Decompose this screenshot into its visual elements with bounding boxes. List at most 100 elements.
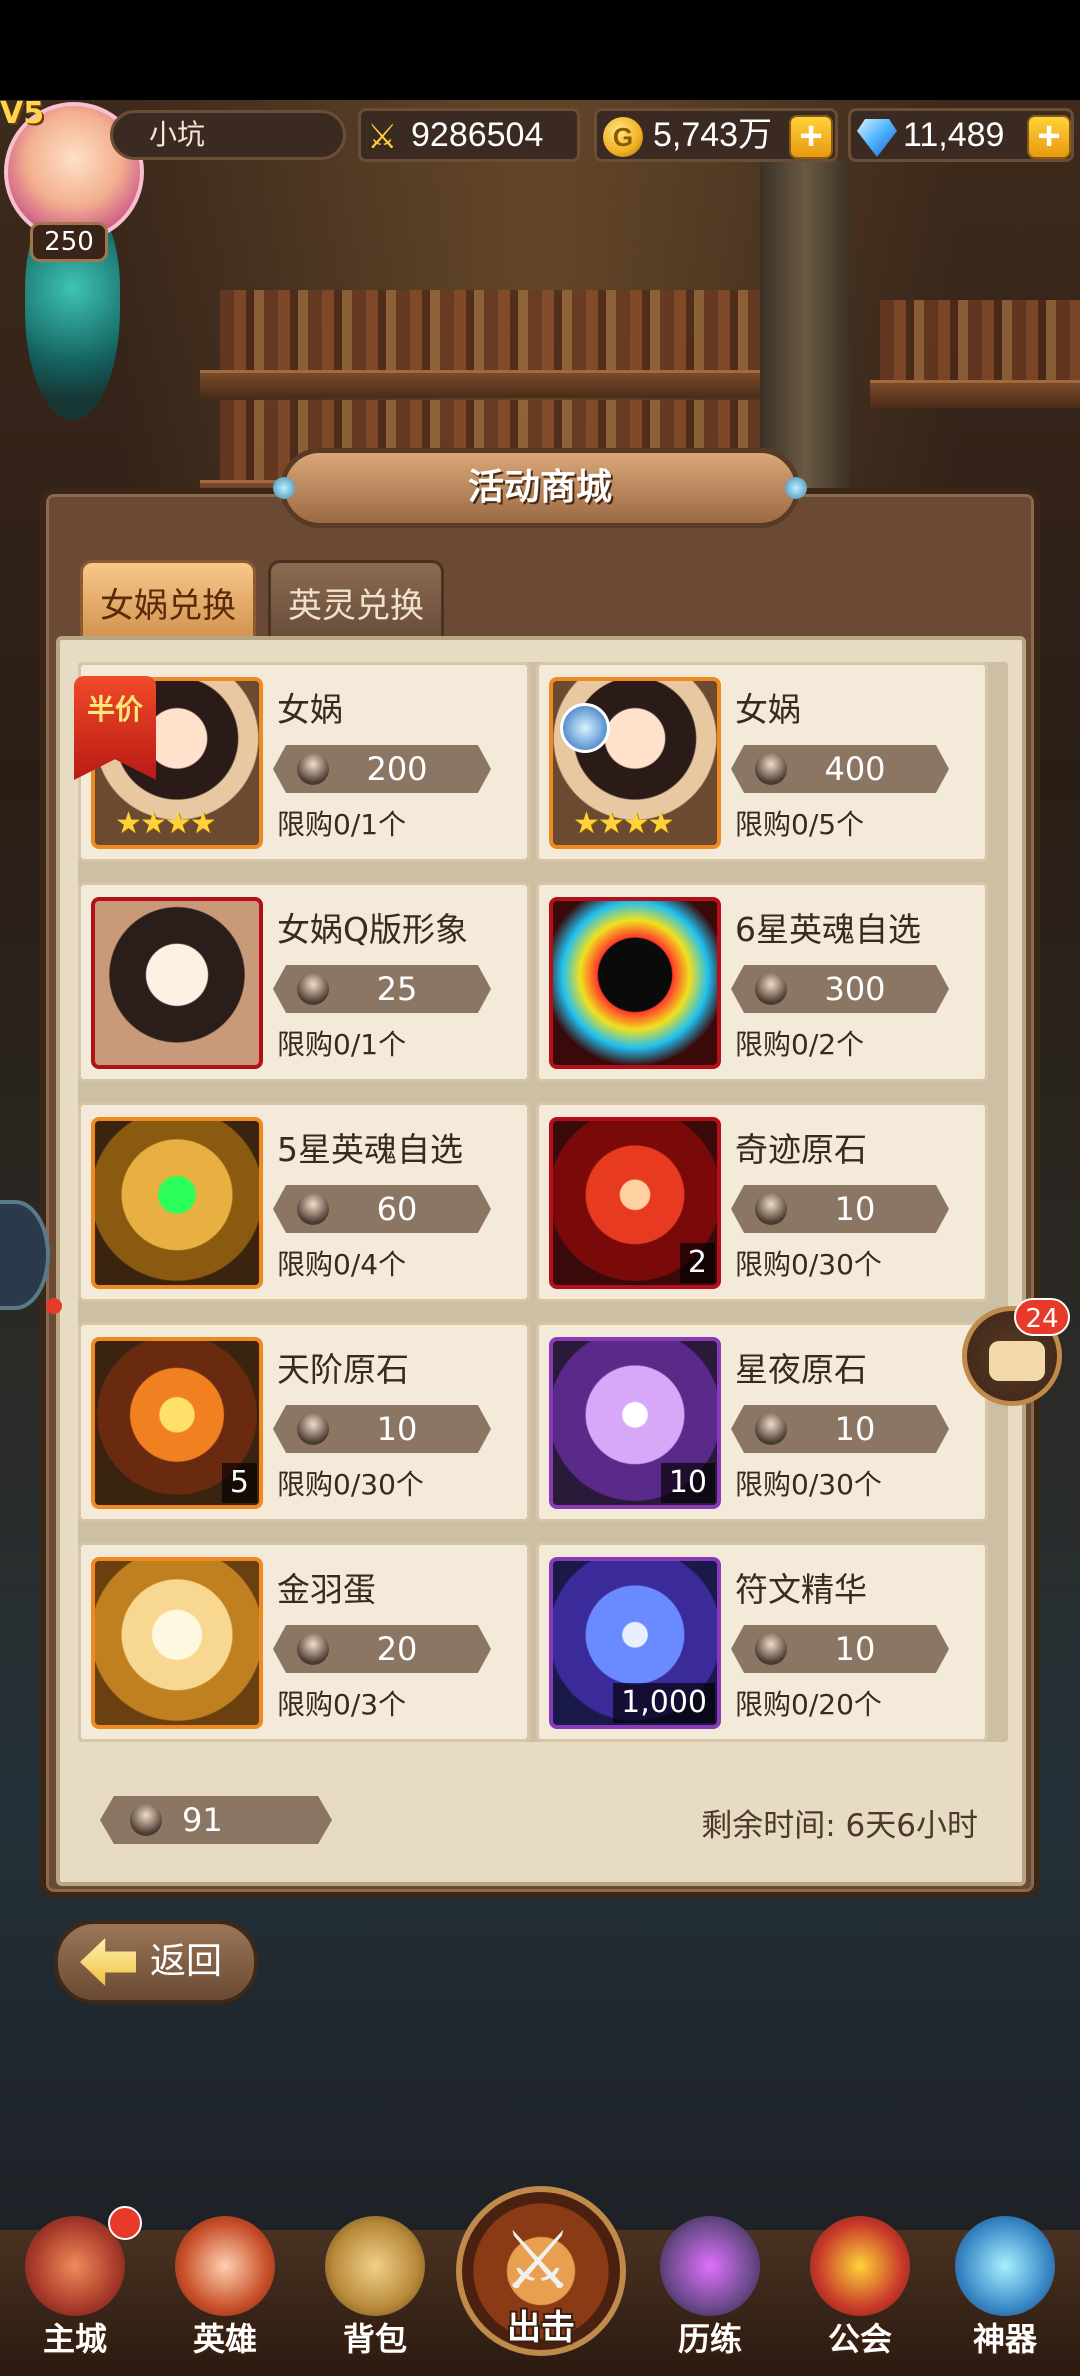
purchase-limit: 限购0/30个 bbox=[277, 1468, 424, 1501]
gem-display: 11,489 + bbox=[848, 108, 1074, 162]
item-name: 女娲 bbox=[277, 690, 343, 729]
purchase-limit: 限购0/5个 bbox=[735, 808, 865, 841]
item-price-value: 400 bbox=[824, 750, 886, 788]
bookshelf bbox=[880, 300, 1080, 380]
chat-unread-badge: 24 bbox=[1014, 1298, 1070, 1336]
nav-training[interactable]: 历练 bbox=[645, 2216, 775, 2366]
tab-nuwa-exchange[interactable]: 女娲兑换 bbox=[80, 560, 256, 640]
nav-artifact[interactable]: 神器 bbox=[940, 2216, 1070, 2366]
star-rating: ★★★★ bbox=[573, 806, 675, 841]
item-price[interactable]: 300 bbox=[731, 965, 949, 1013]
hero-icon bbox=[175, 2216, 275, 2316]
shop-item-card[interactable]: ★★★★ 女娲 400 限购0/5个 bbox=[536, 662, 988, 862]
item-price[interactable]: 20 bbox=[273, 1625, 491, 1673]
item-price-value: 25 bbox=[376, 970, 418, 1008]
purchase-limit: 限购0/4个 bbox=[277, 1248, 407, 1281]
nuwa-token-icon bbox=[755, 1413, 787, 1445]
item-image: 1,000 bbox=[549, 1557, 721, 1729]
nav-label: 神器 bbox=[972, 2320, 1037, 2358]
shop-content: ★★★★ 女娲 200 限购0/1个 ★★★★ 女娲 400 限购0/5个 女娲… bbox=[56, 636, 1026, 1886]
purchase-limit: 限购0/30个 bbox=[735, 1248, 882, 1281]
item-grid[interactable]: ★★★★ 女娲 200 限购0/1个 ★★★★ 女娲 400 限购0/5个 女娲… bbox=[78, 662, 1008, 1742]
item-price[interactable]: 25 bbox=[273, 965, 491, 1013]
item-image bbox=[91, 1557, 263, 1729]
shop-item-card[interactable]: 5 天阶原石 10 限购0/30个 bbox=[78, 1322, 530, 1522]
nav-heroes[interactable]: 英雄 bbox=[160, 2216, 290, 2366]
back-arrow-icon bbox=[80, 1938, 136, 1986]
shop-item-card[interactable]: 10 星夜原石 10 限购0/30个 bbox=[536, 1322, 988, 1522]
back-button[interactable]: 返回 bbox=[54, 1920, 258, 2004]
item-price[interactable]: 400 bbox=[731, 745, 949, 793]
ring-icon bbox=[560, 703, 610, 753]
item-name: 5星英魂自选 bbox=[277, 1130, 463, 1169]
nav-backpack[interactable]: 背包 bbox=[310, 2216, 440, 2366]
item-image: 10 bbox=[549, 1337, 721, 1509]
item-name: 6星英魂自选 bbox=[735, 910, 921, 949]
nuwa-token-icon bbox=[755, 1193, 787, 1225]
item-price[interactable]: 10 bbox=[731, 1185, 949, 1233]
nav-label: 历练 bbox=[677, 2320, 742, 2358]
nav-attack-label: 出击 bbox=[507, 2308, 575, 2348]
item-name: 金羽蛋 bbox=[277, 1570, 376, 1609]
back-label: 返回 bbox=[150, 1941, 223, 1982]
gold-coin-icon: G bbox=[603, 117, 643, 157]
nav-label: 主城 bbox=[42, 2320, 107, 2358]
item-name: 符文精华 bbox=[735, 1570, 867, 1609]
item-name: 天阶原石 bbox=[277, 1350, 409, 1389]
item-price[interactable]: 60 bbox=[273, 1185, 491, 1233]
nuwa-token-icon bbox=[297, 973, 329, 1005]
item-price[interactable]: 200 bbox=[273, 745, 491, 793]
player-name: 小坑 bbox=[110, 110, 346, 160]
tab-hero-spirit-exchange[interactable]: 英灵兑换 bbox=[268, 560, 444, 640]
item-name: 奇迹原石 bbox=[735, 1130, 867, 1169]
nuwa-token-icon bbox=[297, 1413, 329, 1445]
notification-dot bbox=[108, 2206, 142, 2240]
shop-item-card[interactable]: 2 奇迹原石 10 限购0/30个 bbox=[536, 1102, 988, 1302]
item-image: 5 bbox=[91, 1337, 263, 1509]
artifact-icon bbox=[955, 2216, 1055, 2316]
crossed-swords-icon: ⚔ bbox=[367, 118, 398, 156]
shop-item-card[interactable]: 金羽蛋 20 限购0/3个 bbox=[78, 1542, 530, 1742]
item-quantity: 5 bbox=[221, 1463, 257, 1503]
item-price[interactable]: 10 bbox=[731, 1405, 949, 1453]
item-price-value: 10 bbox=[376, 1410, 418, 1448]
nuwa-token-icon bbox=[297, 1633, 329, 1665]
nuwa-token-icon bbox=[755, 1633, 787, 1665]
nuwa-token-icon bbox=[755, 973, 787, 1005]
item-price-value: 200 bbox=[366, 750, 428, 788]
shop-item-card[interactable]: 1,000 符文精华 10 限购0/20个 bbox=[536, 1542, 988, 1742]
shop-item-card[interactable]: 5星英魂自选 60 限购0/4个 bbox=[78, 1102, 530, 1302]
player-energy: 250 bbox=[30, 222, 108, 262]
purchase-limit: 限购0/3个 bbox=[277, 1688, 407, 1721]
nav-guild[interactable]: 公会 bbox=[795, 2216, 925, 2366]
remaining-time: 剩余时间: 6天6小时 bbox=[701, 1808, 978, 1844]
gold-value: 5,743万 bbox=[653, 116, 773, 154]
vip-level: V5 bbox=[0, 96, 45, 131]
shelf-board bbox=[200, 370, 780, 398]
combat-power-value: 9286504 bbox=[411, 116, 544, 154]
item-price-value: 300 bbox=[824, 970, 886, 1008]
nav-label: 背包 bbox=[342, 2320, 407, 2358]
item-price-value: 10 bbox=[834, 1410, 876, 1448]
item-quantity: 2 bbox=[679, 1243, 715, 1283]
item-price[interactable]: 10 bbox=[731, 1625, 949, 1673]
shop-title: 活动商城 bbox=[273, 448, 807, 528]
item-price[interactable]: 10 bbox=[273, 1405, 491, 1453]
gold-display: G 5,743万 + bbox=[594, 108, 838, 162]
item-image bbox=[91, 897, 263, 1069]
bookshelf bbox=[220, 290, 760, 370]
item-image bbox=[91, 1117, 263, 1289]
nuwa-token-icon bbox=[297, 753, 329, 785]
item-name: 星夜原石 bbox=[735, 1350, 867, 1389]
add-gold-button[interactable]: + bbox=[789, 115, 833, 159]
nuwa-token-icon bbox=[755, 753, 787, 785]
item-quantity: 1,000 bbox=[613, 1683, 715, 1723]
item-image: ★★★★ bbox=[549, 677, 721, 849]
shop-item-card[interactable]: 6星英魂自选 300 限购0/2个 bbox=[536, 882, 988, 1082]
item-price-value: 10 bbox=[834, 1630, 876, 1668]
training-icon bbox=[660, 2216, 760, 2316]
purchase-limit: 限购0/20个 bbox=[735, 1688, 882, 1721]
crossed-swords-icon: ⚔ bbox=[502, 2214, 574, 2307]
shop-item-card[interactable]: 女娲Q版形象 25 限购0/1个 bbox=[78, 882, 530, 1082]
add-gems-button[interactable]: + bbox=[1027, 115, 1071, 159]
